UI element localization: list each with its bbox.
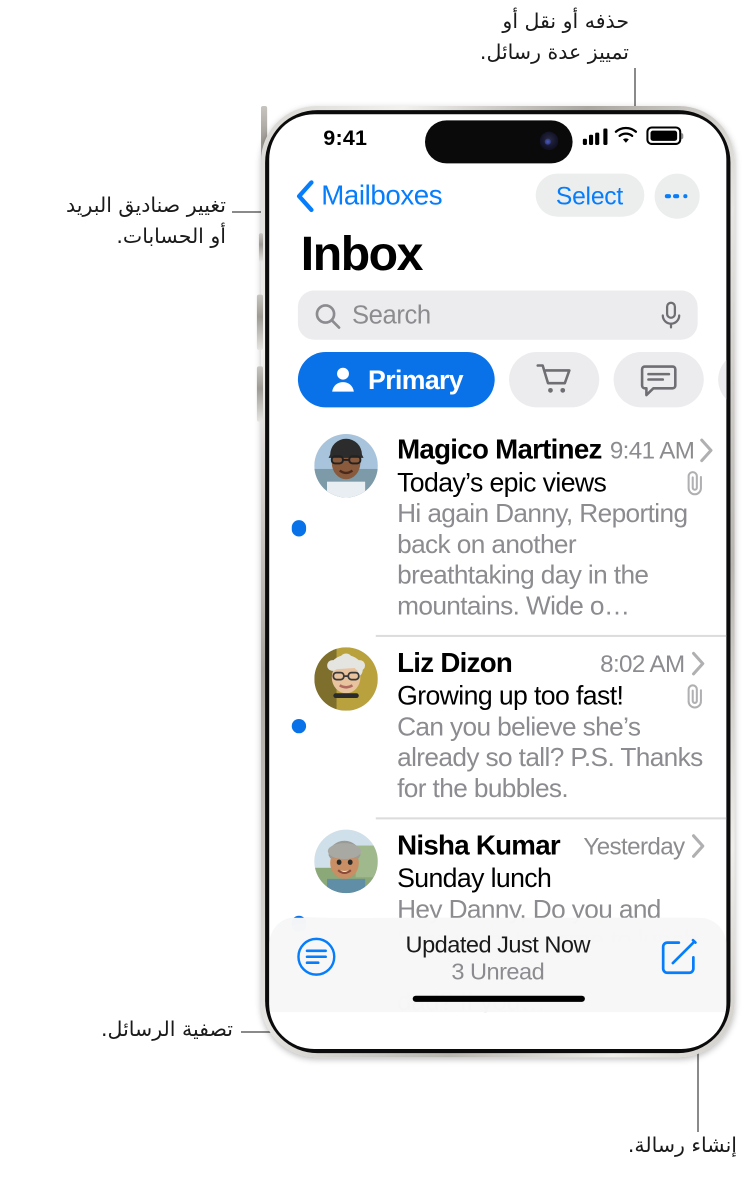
battery-icon bbox=[645, 127, 681, 146]
message-sender: Liz Dizon bbox=[397, 648, 513, 679]
cart-icon bbox=[536, 365, 571, 394]
chip-primary-label: Primary bbox=[368, 365, 464, 396]
chat-bubble-icon bbox=[641, 365, 678, 397]
status-indicators bbox=[582, 127, 681, 146]
chevron-right-icon bbox=[691, 652, 704, 677]
chip-updates[interactable] bbox=[614, 352, 705, 409]
select-callout-text: حذفه أو نقل أو تمييز عدة رسائل. bbox=[479, 9, 629, 64]
search-icon bbox=[316, 303, 342, 329]
message-time: 9:41 AM bbox=[609, 436, 695, 466]
iphone-device: 9:41 Mailboxes Select Inbox Search Prima… bbox=[257, 106, 735, 1058]
status-bar: 9:41 bbox=[270, 115, 726, 166]
message-subject: Today’s epic views bbox=[397, 466, 607, 498]
message-preview: Hi again Danny, Reporting back on anothe… bbox=[397, 498, 688, 622]
chip-promotions[interactable] bbox=[718, 352, 726, 409]
compose-button[interactable] bbox=[658, 937, 699, 978]
message-content: Magico Martinez 9:41 AM Today’s epic vie… bbox=[397, 434, 714, 622]
navigation-bar: Mailboxes Select bbox=[270, 166, 726, 225]
dynamic-island bbox=[423, 119, 572, 163]
message-subject: Sunday lunch bbox=[397, 862, 552, 893]
avatar bbox=[315, 830, 379, 895]
microphone-icon[interactable] bbox=[660, 302, 681, 331]
message-row[interactable]: Liz Dizon 8:02 AM Growing up too fast! C… bbox=[270, 635, 726, 818]
message-preview: Can you believe she’s already so tall? P… bbox=[397, 711, 703, 804]
attachment-icon bbox=[686, 685, 702, 710]
category-filter-chips: Primary bbox=[270, 352, 726, 423]
volume-down-button[interactable] bbox=[257, 366, 264, 422]
chevron-right-icon bbox=[691, 835, 704, 859]
signal-bars-icon bbox=[582, 127, 607, 146]
unread-indicator bbox=[282, 435, 315, 622]
status-time: 9:41 bbox=[323, 126, 368, 151]
chevron-right-icon bbox=[700, 439, 714, 463]
chevron-left-icon bbox=[297, 180, 315, 212]
ellipsis-icon bbox=[664, 193, 671, 199]
silence-switch[interactable] bbox=[258, 233, 264, 262]
search-placeholder: Search bbox=[352, 301, 431, 331]
page-title: Inbox bbox=[300, 227, 424, 282]
message-list[interactable]: Magico Martinez 9:41 AM Today’s epic vie… bbox=[270, 423, 726, 1013]
chip-transactions[interactable] bbox=[509, 352, 601, 409]
person-icon bbox=[332, 368, 355, 393]
message-subject: Growing up too fast! bbox=[397, 679, 624, 711]
compose-callout-text: إنشاء رسالة. bbox=[627, 1133, 737, 1157]
select-button[interactable]: Select bbox=[535, 174, 644, 218]
search-container: Search bbox=[270, 291, 726, 353]
device-screen: 9:41 Mailboxes Select Inbox Search Prima… bbox=[270, 115, 726, 1049]
home-indicator[interactable] bbox=[411, 995, 584, 1003]
filter-button[interactable] bbox=[297, 937, 338, 978]
message-row[interactable]: Magico Martinez 9:41 AM Today’s epic vie… bbox=[270, 423, 726, 636]
search-field[interactable]: Search bbox=[298, 291, 697, 341]
avatar bbox=[315, 648, 379, 712]
nav-right-actions: Select bbox=[535, 173, 699, 219]
message-time: 8:02 AM bbox=[600, 650, 685, 679]
back-button-label: Mailboxes bbox=[321, 180, 443, 212]
back-to-mailboxes-button[interactable]: Mailboxes bbox=[297, 180, 443, 213]
volume-up-button[interactable] bbox=[257, 294, 264, 350]
unread-indicator bbox=[282, 648, 315, 804]
chip-primary[interactable]: Primary bbox=[298, 352, 496, 409]
screenshot-root: حذفه أو نقل أو تمييز عدة رسائل. تغيير صن… bbox=[0, 0, 753, 1178]
attachment-icon bbox=[686, 471, 702, 497]
avatar bbox=[315, 434, 379, 499]
front-camera-icon bbox=[538, 132, 558, 151]
mailboxes-callout-text: تغيير صناديق البريد أو الحسابات. bbox=[66, 193, 226, 248]
filter-callout-text: تصفية الرسائل. bbox=[101, 1017, 233, 1041]
wifi-icon bbox=[615, 127, 638, 144]
message-time: Yesterday bbox=[583, 832, 685, 862]
bottom-toolbar: Updated Just Now 3 Unread bbox=[270, 918, 726, 1013]
message-content: Liz Dizon 8:02 AM Growing up too fast! C… bbox=[397, 648, 705, 804]
message-sender: Nisha Kumar bbox=[397, 830, 561, 862]
more-options-button[interactable] bbox=[653, 173, 699, 219]
message-sender: Magico Martinez bbox=[397, 434, 602, 466]
